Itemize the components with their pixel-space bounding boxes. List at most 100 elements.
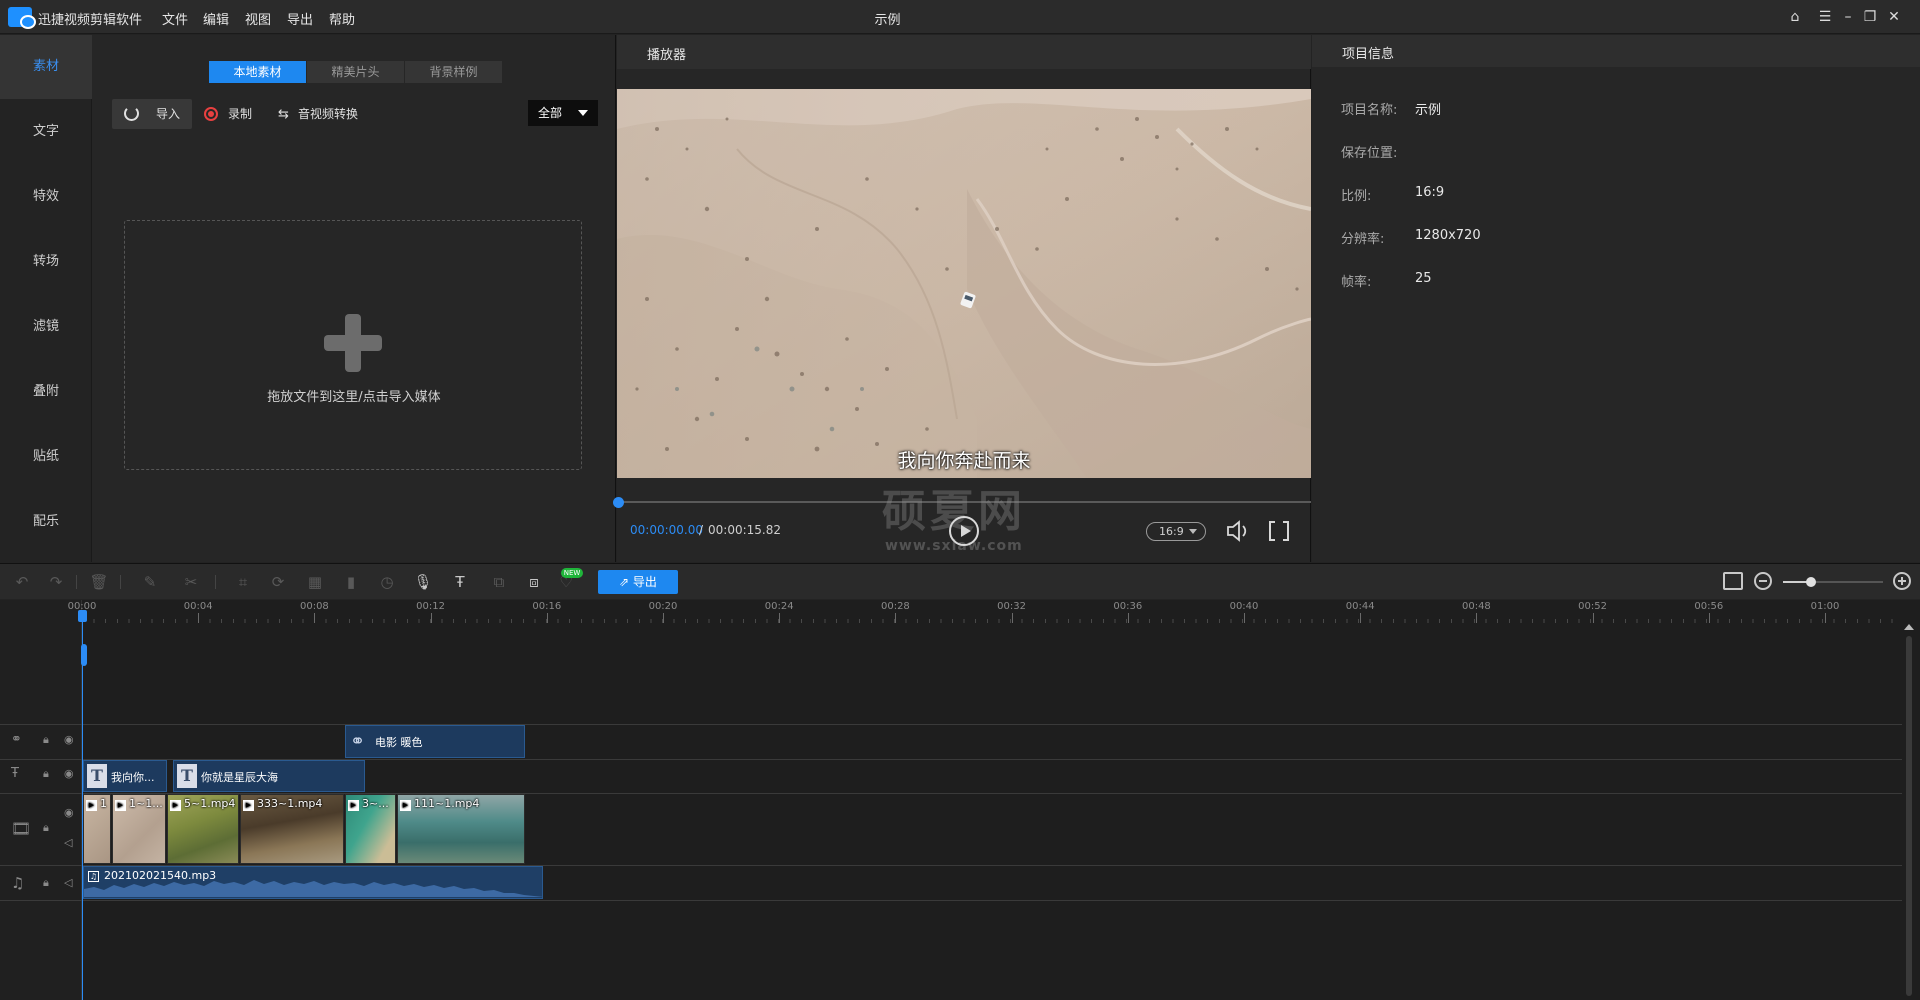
chart-icon[interactable]: ▮: [341, 572, 361, 592]
aspect-ratio-value: 16:9: [1159, 525, 1184, 538]
redo-icon[interactable]: ↷: [46, 572, 66, 592]
player-header: 播放器: [617, 35, 1311, 69]
eye-icon[interactable]: ◉: [64, 767, 74, 780]
av-convert-button[interactable]: ⇆ 音视频转换: [278, 99, 358, 129]
volume-icon[interactable]: [1225, 519, 1251, 543]
menu-icon[interactable]: ☰: [1813, 6, 1837, 28]
speaker-icon[interactable]: ◁: [64, 836, 72, 849]
export-label: 导出: [632, 575, 657, 589]
video-preview[interactable]: 我向你奔赴而来: [617, 89, 1311, 478]
total-time: 00:00:15.82: [708, 523, 781, 537]
video-clip[interactable]: 111~1.mp4: [397, 794, 525, 864]
text-clip[interactable]: T 你就是星辰大海: [173, 760, 365, 792]
info-label-frame-rate: 帧率:: [1341, 275, 1372, 290]
mosaic-icon[interactable]: ▦: [305, 572, 325, 592]
sidebar: 素材 文字 特效 转场 滤镜 叠附 贴纸 配乐: [0, 35, 92, 562]
video-clip[interactable]: 3~...: [345, 794, 396, 864]
text-to-speech-icon[interactable]: Ŧ: [450, 572, 470, 592]
zoom-in-icon[interactable]: [1893, 572, 1911, 590]
play-button[interactable]: [949, 516, 979, 546]
ruler-tick-label: 00:32: [997, 601, 1027, 612]
export-button[interactable]: ⇗ 导出: [598, 570, 678, 594]
tab-intros[interactable]: 精美片头: [307, 61, 404, 83]
convert-icon: ⇆: [278, 107, 289, 122]
sidebar-item-filters[interactable]: 滤镜: [0, 295, 92, 359]
eye-icon[interactable]: ◉: [64, 733, 74, 746]
sidebar-item-effects[interactable]: 特效: [0, 165, 92, 229]
scroll-up-arrow-icon[interactable]: [1904, 624, 1914, 630]
minimize-icon[interactable]: –: [1836, 6, 1860, 28]
filter-clip[interactable]: ⚭ 电影 暖色: [345, 725, 525, 758]
audio-clip[interactable]: ♫ 202102021540.mp3: [83, 866, 543, 899]
import-button[interactable]: 导入: [112, 99, 192, 129]
video-clip[interactable]: 5~1.mp4: [167, 794, 239, 864]
timeline-zoom-slider[interactable]: [1783, 577, 1883, 587]
crop-icon[interactable]: ⌗: [233, 572, 253, 592]
filter-value: 全部: [538, 106, 563, 120]
ruler-tick: [314, 613, 316, 623]
ruler-tick-label: 00:04: [183, 601, 213, 612]
ruler-tick-label: 00:20: [648, 601, 678, 612]
ruler-tick: [1244, 613, 1245, 623]
zoom-slider-handle[interactable]: [1806, 577, 1816, 587]
playhead-handle[interactable]: [78, 610, 87, 622]
text-clip[interactable]: T 我向你...: [83, 760, 167, 792]
split-icon[interactable]: ✂: [181, 572, 201, 592]
multi-track-icon[interactable]: ⧈: [524, 572, 544, 592]
toolbar-divider: [120, 575, 121, 589]
record-button[interactable]: 录制: [204, 99, 252, 129]
delete-icon[interactable]: 🗑: [89, 572, 109, 592]
info-label-ratio: 比例:: [1341, 189, 1372, 204]
close-icon[interactable]: ✕: [1882, 6, 1906, 28]
video-clip[interactable]: 1: [83, 794, 111, 864]
info-value-resolution: 1280x720: [1415, 228, 1481, 243]
eye-icon[interactable]: ◉: [64, 806, 74, 819]
export-icon: ⇗: [619, 575, 633, 589]
drop-hint: 拖放文件到这里/点击导入媒体: [267, 390, 441, 405]
restore-icon[interactable]: ❐: [1858, 6, 1882, 28]
ruler-tick: [1592, 613, 1594, 623]
sidebar-item-overlay[interactable]: 叠附: [0, 360, 92, 424]
undo-icon[interactable]: ↶: [12, 572, 32, 592]
copy-icon[interactable]: ⧉: [489, 572, 509, 592]
tab-background-samples[interactable]: 背景样例: [405, 61, 502, 83]
ruler-tick: [663, 613, 664, 623]
lock-icon[interactable]: 🔒︎: [43, 767, 49, 781]
time-ruler[interactable]: 00:00 00:04 00:08 00:12 00:16 00:20 00:24 00:28…: [68, 600, 1902, 624]
edit-icon[interactable]: ✎: [140, 572, 160, 592]
microphone-icon[interactable]: 🎙: [413, 572, 433, 592]
aspect-ratio-select[interactable]: 16:9: [1146, 522, 1206, 541]
sidebar-item-media[interactable]: 素材: [0, 35, 92, 99]
playback-progress-handle[interactable]: [613, 497, 624, 508]
info-value-name: 示例: [1415, 103, 1442, 118]
fit-timeline-icon[interactable]: [1723, 572, 1743, 590]
music-note-icon: ♫: [11, 874, 25, 892]
lock-icon[interactable]: 🔒︎: [43, 733, 49, 747]
zoom-out-icon[interactable]: [1754, 572, 1772, 590]
speaker-icon[interactable]: ◁: [64, 876, 72, 889]
rotate-icon[interactable]: ⟳: [268, 572, 288, 592]
sidebar-item-transitions[interactable]: 转场: [0, 230, 92, 294]
ruler-tick: [1476, 613, 1478, 623]
playhead-line[interactable]: [82, 610, 83, 1000]
video-clip[interactable]: 1~1...: [112, 794, 166, 864]
media-panel: 本地素材 精美片头 背景样例 导入 录制 ⇆ 音视频转换 全部 拖放文件到这里/点…: [92, 35, 616, 562]
import-icon: [124, 106, 139, 121]
video-clip[interactable]: 333~1.mp4: [240, 794, 344, 864]
media-drop-zone[interactable]: 拖放文件到这里/点击导入媒体: [124, 220, 582, 470]
lock-icon[interactable]: 🔒︎: [43, 821, 49, 835]
tab-local-media[interactable]: 本地素材: [209, 61, 306, 83]
home-icon[interactable]: ⌂: [1783, 6, 1807, 28]
sidebar-item-text[interactable]: 文字: [0, 100, 92, 164]
toolbar-divider: [215, 575, 216, 589]
fullscreen-icon[interactable]: [1269, 519, 1289, 543]
sidebar-item-music[interactable]: 配乐: [0, 490, 92, 554]
sidebar-item-stickers[interactable]: 贴纸: [0, 425, 92, 489]
media-filter-select[interactable]: 全部: [528, 100, 598, 126]
project-info-panel: 项目信息 项目名称: 示例 保存位置: 比例: 16:9 分辨率: 1280x7…: [1312, 35, 1920, 562]
timeline-toolbar: ↶ ↷ 🗑 ✎ ✂ ⌗ ⟳ ▦ ▮ ◷ 🎙 Ŧ ⧉ ⧈ ♡ NEW ⇗ 导出: [0, 563, 1920, 599]
lock-icon[interactable]: 🔒︎: [43, 876, 49, 890]
clock-icon[interactable]: ◷: [377, 572, 397, 592]
timeline-vertical-scrollbar[interactable]: [1906, 636, 1912, 996]
playhead-marker[interactable]: [81, 644, 87, 666]
